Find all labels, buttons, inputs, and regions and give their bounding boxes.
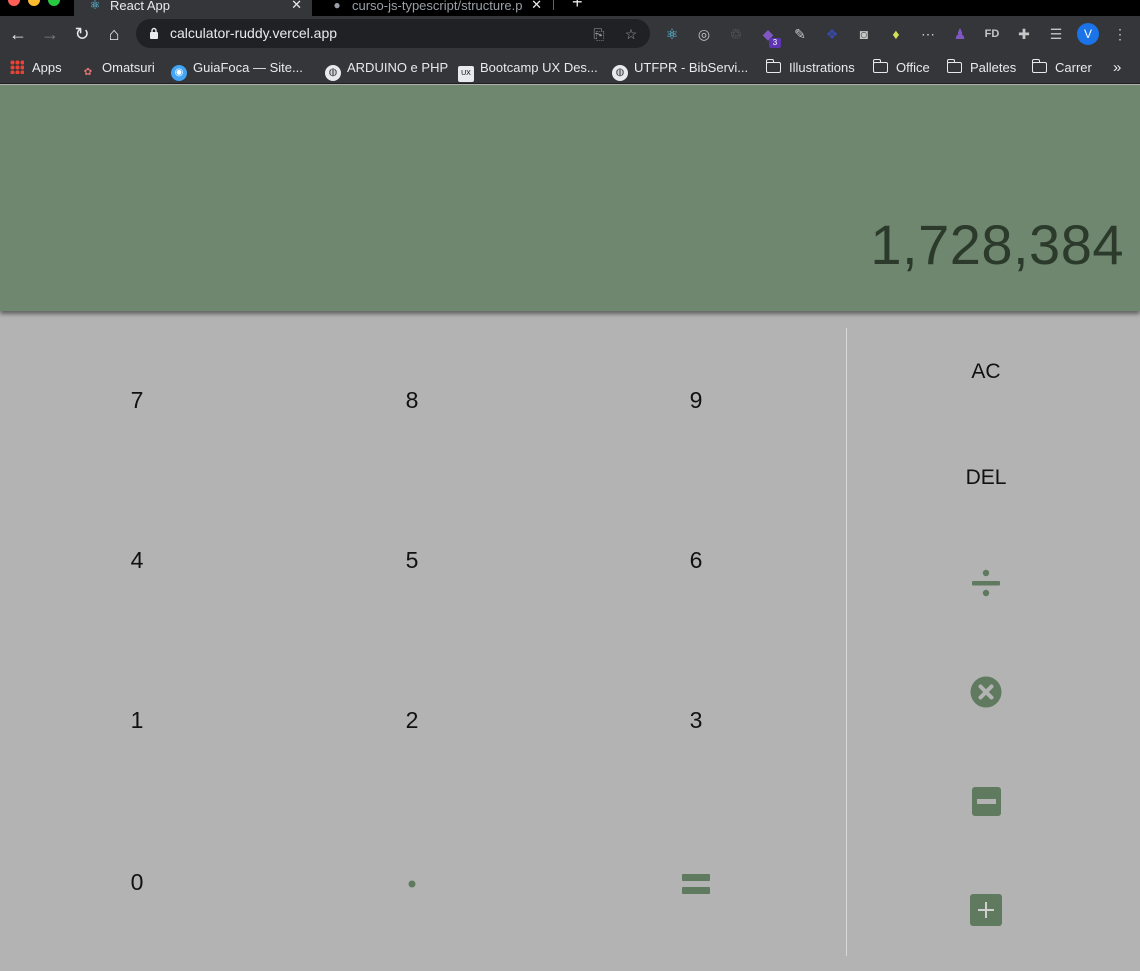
digit-4-button[interactable]: 4 xyxy=(37,530,237,590)
digit-9-button[interactable]: 9 xyxy=(596,370,796,430)
github-icon: ● xyxy=(333,0,341,12)
bookmarks-bar: Apps ✿ Omatsuri ◉ GuiaFoca — Site... ◍ ARDU… xyxy=(0,52,1140,84)
add-button[interactable] xyxy=(906,880,1066,940)
browser-tab-strip: ⚛ React App ✕ ● curso-js-typescript/stru… xyxy=(0,0,1140,16)
multiply-button[interactable] xyxy=(906,662,1066,722)
home-icon[interactable]: ⌂ xyxy=(102,22,126,46)
recycle-extension-icon[interactable]: ♲ xyxy=(726,24,746,44)
translate-icon[interactable]: ⎘ xyxy=(590,25,608,43)
url-text: calculator-ruddy.vercel.app xyxy=(170,25,338,41)
digit-8-button[interactable]: 8 xyxy=(312,370,512,430)
globe-icon: ◍ xyxy=(612,65,628,81)
address-bar[interactable]: calculator-ruddy.vercel.app ⎘ ☆ xyxy=(136,19,650,48)
profile-avatar[interactable]: V xyxy=(1077,23,1099,45)
digit-0-button[interactable]: 0 xyxy=(37,852,237,912)
window-close-dot[interactable] xyxy=(8,0,20,6)
window-minimize-dot[interactable] xyxy=(28,0,40,6)
calculator-keypad: 7 8 9 4 5 6 1 2 3 0 AC DEL xyxy=(0,312,1140,971)
bookmark-omatsuri[interactable]: ✿ Omatsuri xyxy=(80,58,155,78)
digit-1-button[interactable]: 1 xyxy=(37,690,237,750)
bookmark-apps[interactable]: Apps xyxy=(10,58,62,78)
diamond-extension-icon[interactable]: ❖ xyxy=(822,24,842,44)
puzzle-extensions-icon[interactable]: ✚ xyxy=(1014,24,1034,44)
gem-extension-icon[interactable]: ♦ xyxy=(886,24,906,44)
tab-separator xyxy=(553,0,554,10)
subtract-button[interactable] xyxy=(906,771,1066,831)
folder-icon xyxy=(765,59,781,73)
divide-icon xyxy=(972,570,1000,597)
browser-toolbar: ← → ↻ ⌂ calculator-ruddy.vercel.app ⎘ ☆ … xyxy=(0,16,1140,52)
decimal-point-button[interactable] xyxy=(312,852,512,912)
bookmarks-overflow-icon[interactable]: » xyxy=(1113,58,1121,78)
clear-all-button[interactable]: AC xyxy=(906,342,1066,402)
window-zoom-dot[interactable] xyxy=(48,0,60,6)
dots-extension-icon[interactable]: ⋯ xyxy=(918,24,938,44)
bookmark-bootcamp[interactable]: UX Bootcamp UX Des... xyxy=(458,58,598,82)
forward-icon[interactable]: → xyxy=(38,22,62,46)
react-devtools-icon[interactable]: ⚛ xyxy=(662,24,682,44)
divide-button[interactable] xyxy=(906,553,1066,613)
camera-extension-icon[interactable]: ◙ xyxy=(854,24,874,44)
equals-icon xyxy=(682,873,710,894)
display-value: 1,728,384 xyxy=(870,213,1124,276)
bookmark-folder-office[interactable]: Office xyxy=(872,58,930,78)
extension-badge: 3 xyxy=(769,38,781,48)
globe-icon: ◍ xyxy=(325,65,341,81)
digit-3-button[interactable]: 3 xyxy=(596,690,796,750)
bookmark-guiafoca[interactable]: ◉ GuiaFoca — Site... xyxy=(171,58,303,81)
decimal-dot-icon xyxy=(408,880,416,888)
add-icon xyxy=(970,894,1002,927)
bookmark-folder-illustrations[interactable]: Illustrations xyxy=(765,58,855,78)
bookmark-arduino[interactable]: ◍ ARDUINO e PHP xyxy=(325,58,448,81)
subtract-icon xyxy=(971,786,1001,816)
react-icon: ⚛ xyxy=(89,0,101,12)
digit-6-button[interactable]: 6 xyxy=(596,530,796,590)
keypad-divider xyxy=(846,328,847,956)
bookmark-utfpr[interactable]: ◍ UTFPR - BibServi... xyxy=(612,58,748,81)
tab-title: curso-js-typescript/structure.p xyxy=(352,0,523,13)
folder-icon xyxy=(946,59,962,73)
teams-extension-icon[interactable]: ♟ xyxy=(950,24,970,44)
reload-icon[interactable]: ↻ xyxy=(70,22,94,46)
menu-dots-icon[interactable]: ⋮ xyxy=(1110,24,1130,44)
media-queue-icon[interactable]: ☰ xyxy=(1046,24,1066,44)
bookmark-star-icon[interactable]: ☆ xyxy=(622,25,640,43)
omatsuri-icon: ✿ xyxy=(83,67,93,78)
bookmark-folder-carrer[interactable]: Carrer xyxy=(1031,58,1092,78)
equals-button[interactable] xyxy=(596,852,796,912)
multiply-icon xyxy=(970,676,1002,708)
tab-react-app[interactable]: ⚛ React App ✕ xyxy=(74,0,312,16)
calculator-display: 1,728,384 xyxy=(0,85,1140,311)
digit-5-button[interactable]: 5 xyxy=(312,530,512,590)
fd-extension-icon[interactable]: FD xyxy=(982,24,1002,44)
new-tab-icon[interactable]: + xyxy=(572,0,583,13)
uxbootcamp-icon: UX xyxy=(458,66,474,82)
target-extension-icon[interactable]: ◎ xyxy=(694,24,714,44)
apps-grid-icon xyxy=(10,60,24,74)
delete-button[interactable]: DEL xyxy=(906,448,1066,508)
folder-icon xyxy=(1031,59,1047,73)
pen-extension-icon[interactable]: ✎ xyxy=(790,24,810,44)
folder-icon xyxy=(872,59,888,73)
tab-github[interactable]: ● curso-js-typescript/structure.p ✕ xyxy=(316,0,552,16)
bookmark-folder-palletes[interactable]: Palletes xyxy=(946,58,1016,78)
digit-7-button[interactable]: 7 xyxy=(37,370,237,430)
guiafoca-icon: ◉ xyxy=(171,65,187,81)
tab-title: React App xyxy=(110,0,170,13)
lock-icon xyxy=(150,27,158,39)
back-icon[interactable]: ← xyxy=(6,22,30,46)
digit-2-button[interactable]: 2 xyxy=(312,690,512,750)
close-tab-icon[interactable]: ✕ xyxy=(531,0,542,12)
close-tab-icon[interactable]: ✕ xyxy=(291,0,302,12)
